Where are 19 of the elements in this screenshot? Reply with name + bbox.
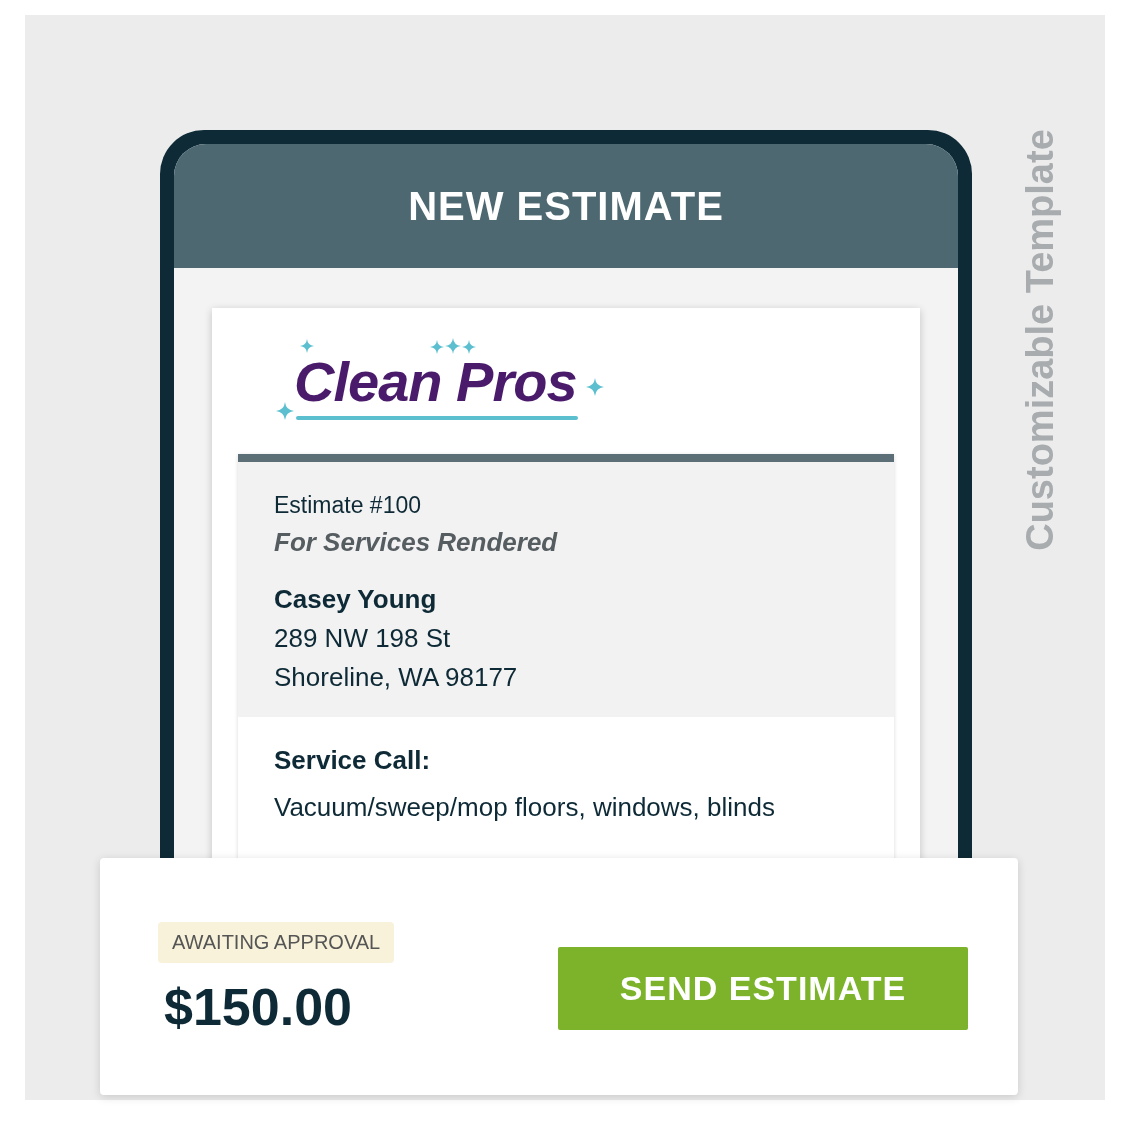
- estimate-subtitle: For Services Rendered: [274, 527, 559, 558]
- service-description: Vacuum/sweep/mop floors, windows, blinds: [274, 792, 776, 823]
- side-label: Customizable Template: [1018, 129, 1062, 551]
- sparkle-icon: [276, 402, 294, 420]
- customer-name: Casey Young: [274, 584, 438, 615]
- logo-text: Clean Pros: [294, 354, 577, 410]
- address-line: Shoreline, WA 98177: [274, 662, 519, 693]
- address-line: 289 NW 198 St: [274, 623, 452, 654]
- status-badge: AWAITING APPROVAL: [158, 922, 395, 963]
- sparkle-icon: [462, 340, 476, 354]
- sparkle-icon: [430, 340, 444, 354]
- sparkle-icon: [300, 339, 314, 353]
- estimate-number: Estimate #100: [274, 492, 423, 519]
- service-label: Service Call:: [274, 745, 432, 776]
- sparkle-icon: [445, 338, 461, 354]
- total-amount: $150.00: [163, 977, 352, 1037]
- screen-title: NEW ESTIMATE: [408, 183, 724, 229]
- send-estimate-button[interactable]: SEND ESTIMATE: [558, 947, 968, 1030]
- sparkle-icon: [586, 378, 604, 396]
